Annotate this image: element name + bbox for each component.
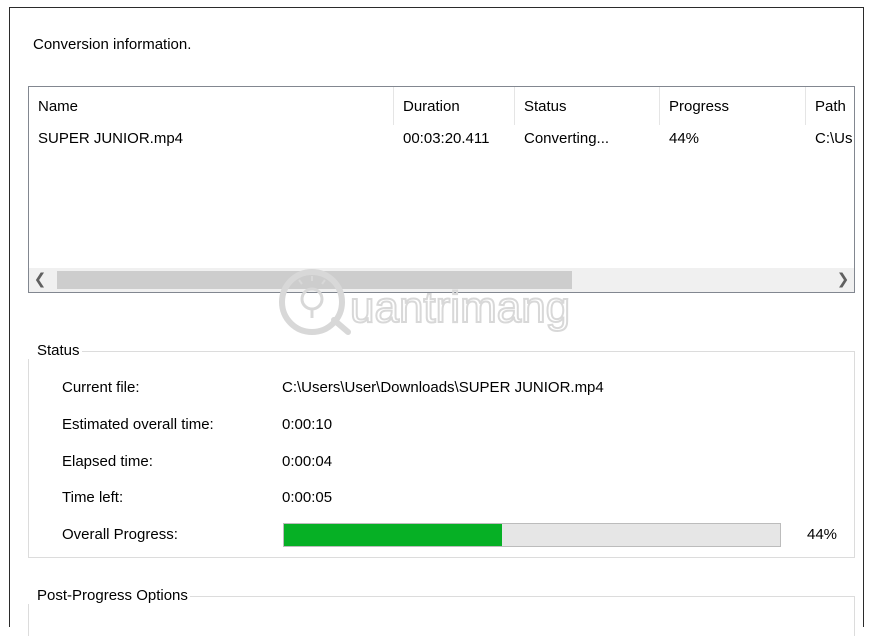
page-title: Conversion information.	[33, 36, 192, 53]
post-progress-label: Post-Progress Options	[28, 587, 190, 604]
column-separator[interactable]	[805, 87, 806, 125]
row-status: Converting...	[524, 130, 610, 147]
column-header-path[interactable]: Path	[815, 98, 846, 115]
chevron-right-icon[interactable]: ❯	[832, 268, 854, 292]
estimated-time-value: 0:00:10	[282, 416, 333, 433]
overall-progress-bar	[283, 523, 781, 547]
row-duration: 00:03:20.411	[403, 130, 490, 147]
overall-progress-percent: 44%	[807, 526, 838, 543]
column-separator[interactable]	[514, 87, 515, 125]
column-header-duration[interactable]: Duration	[403, 98, 460, 115]
column-separator[interactable]	[393, 87, 394, 125]
estimated-time-label: Estimated overall time:	[62, 416, 214, 433]
chevron-left-icon[interactable]: ❮	[29, 268, 51, 292]
current-file-label: Current file:	[62, 379, 140, 396]
time-left-value: 0:00:05	[282, 489, 333, 506]
row-progress: 44%	[669, 130, 700, 147]
row-name: SUPER JUNIOR.mp4	[38, 130, 184, 147]
time-left-label: Time left:	[62, 489, 124, 506]
elapsed-time-value: 0:00:04	[282, 453, 333, 470]
conversion-list[interactable]: Name Duration Status Progress Path SUPER…	[28, 86, 855, 293]
column-header-progress[interactable]: Progress	[669, 98, 729, 115]
status-group-label: Status	[28, 342, 82, 359]
overall-progress-fill	[284, 524, 503, 546]
post-progress-group: Post-Progress Options	[28, 587, 855, 636]
column-header-name[interactable]: Name	[38, 98, 78, 115]
overall-progress-label: Overall Progress:	[62, 526, 178, 543]
column-separator[interactable]	[659, 87, 660, 125]
column-header-status[interactable]: Status	[524, 98, 567, 115]
current-file-value: C:\Users\User\Downloads\SUPER JUNIOR.mp4	[282, 379, 604, 396]
horizontal-scrollbar[interactable]: ❮ ❯	[29, 268, 854, 292]
scrollbar-thumb[interactable]	[57, 271, 572, 289]
elapsed-time-label: Elapsed time:	[62, 453, 153, 470]
row-path: C:\Us	[815, 130, 853, 147]
